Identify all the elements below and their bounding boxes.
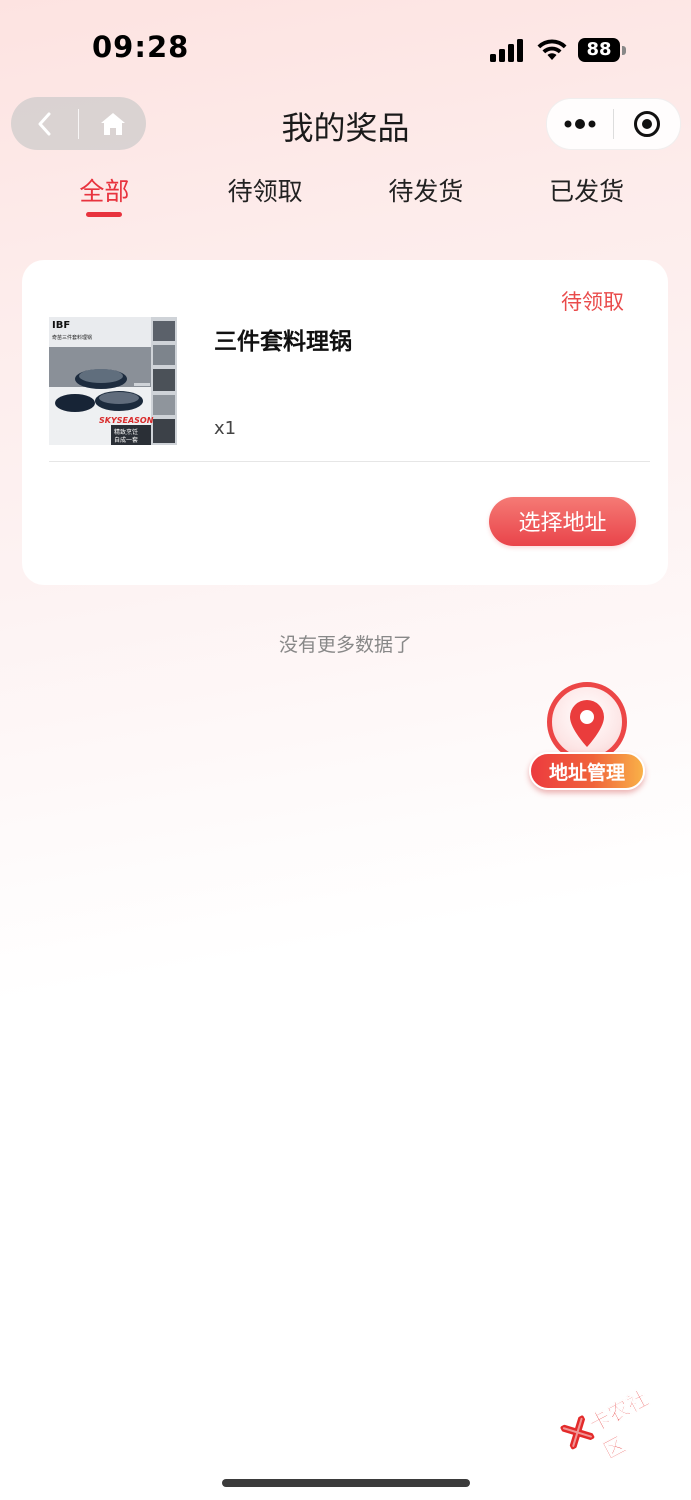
image-caption-2: 自成一套 <box>114 436 138 444</box>
fab-label: 地址管理 <box>529 752 645 790</box>
prize-card[interactable]: 待领取 IBF 奇苗三件套料理锅 SKYSEASON 精致烹饪 自成一套 三件套… <box>22 260 668 585</box>
image-brand-text: IBF <box>52 320 70 331</box>
tab-all[interactable]: 全部 <box>24 168 185 228</box>
active-tab-underline <box>86 212 123 217</box>
prize-name: 三件套料理锅 <box>214 329 352 355</box>
list-end-text: 没有更多数据了 <box>278 634 412 656</box>
cellular-signal-icon <box>490 39 523 62</box>
prize-quantity: x1 <box>214 418 237 439</box>
image-caption-1: 精致烹饪 <box>114 428 138 436</box>
more-dots-icon <box>564 119 596 129</box>
watermark-text: 卡农社区 <box>585 1386 653 1464</box>
image-logo-text: SKYSEASON <box>99 416 154 425</box>
location-pin-icon <box>570 700 604 747</box>
tab-label: 待领取 <box>227 177 303 206</box>
cookware-product-image: IBF 奇苗三件套料理锅 SKYSEASON 精致烹饪 自成一套 <box>49 317 177 445</box>
more-menu-button[interactable] <box>547 99 613 149</box>
tab-label: 全部 <box>79 177 130 206</box>
community-watermark: 卡农社区 <box>554 1369 676 1480</box>
wifi-icon <box>537 39 567 60</box>
status-tabs: 全部 待领取 待发货 已发货 <box>24 168 667 228</box>
prize-status-badge: 待领取 <box>561 290 624 314</box>
miniprogram-capsule <box>546 98 681 150</box>
close-miniprogram-button[interactable] <box>614 99 680 149</box>
card-divider <box>49 461 650 462</box>
fab-circle <box>547 682 627 762</box>
tab-shipped[interactable]: 已发货 <box>506 168 667 228</box>
tab-pending-shipment[interactable]: 待发货 <box>346 168 507 228</box>
battery-indicator: 88 <box>578 38 628 64</box>
target-close-icon <box>634 111 660 137</box>
tab-pending-claim[interactable]: 待领取 <box>185 168 346 228</box>
tab-label: 待发货 <box>388 177 464 206</box>
image-subtitle-text: 奇苗三件套料理锅 <box>52 334 92 341</box>
address-management-button[interactable]: 地址管理 <box>527 682 647 794</box>
home-indicator[interactable] <box>222 1479 470 1487</box>
select-address-button[interactable]: 选择地址 <box>489 497 636 546</box>
tab-label: 已发货 <box>549 177 625 206</box>
battery-level: 88 <box>578 38 620 62</box>
status-time: 09:28 <box>92 30 190 64</box>
prize-image[interactable]: IBF 奇苗三件套料理锅 SKYSEASON 精致烹饪 自成一套 <box>49 317 177 445</box>
